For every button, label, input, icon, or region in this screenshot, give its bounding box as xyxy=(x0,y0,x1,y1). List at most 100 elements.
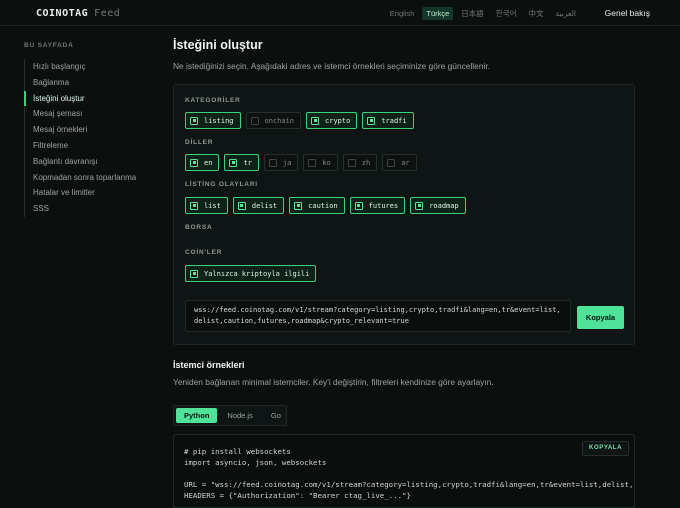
lang-korean[interactable]: 한국어 xyxy=(492,6,521,21)
sidebar-item-message-schema[interactable]: Mesaj şeması xyxy=(24,106,152,122)
brand-sub: Feed xyxy=(94,8,121,19)
chip-label: crypto xyxy=(325,116,351,125)
lang-arabic[interactable]: العربية xyxy=(552,7,581,20)
checkbox-lang-ko[interactable]: ko xyxy=(303,154,338,171)
checkbox-icon xyxy=(387,158,396,167)
checkbox-category-listing[interactable]: listing xyxy=(185,112,241,129)
checkbox-event-delist[interactable]: delist xyxy=(232,197,285,214)
coins-group: Yalnızca kriptoyla ilgili xyxy=(185,265,317,282)
checkbox-icon xyxy=(229,158,238,167)
code-line: HEADERS = {"Authorization": "Bearer ctag… xyxy=(184,491,411,500)
checkbox-icon xyxy=(347,158,356,167)
code-block: # pip install websockets import asyncio, … xyxy=(173,434,635,508)
lang-english[interactable]: English xyxy=(386,7,419,20)
chip-label: listing xyxy=(204,116,234,125)
chip-label: onchain xyxy=(264,116,295,125)
checkbox-lang-zh[interactable]: zh xyxy=(342,154,378,171)
checkbox-icon xyxy=(294,201,303,210)
sidebar-item-connecting[interactable]: Bağlanma xyxy=(24,75,152,91)
tab-python[interactable]: Python xyxy=(176,408,218,423)
chip-label: tradfi xyxy=(381,116,407,125)
checkbox-lang-tr[interactable]: tr xyxy=(224,154,259,171)
code-line: # pip install websockets xyxy=(184,447,291,456)
checkbox-icon xyxy=(308,158,317,167)
checkbox-lang-ar[interactable]: ar xyxy=(382,154,417,171)
checkbox-icon xyxy=(190,158,198,167)
chip-label: caution xyxy=(308,201,338,210)
checkbox-icon xyxy=(190,269,198,278)
checkbox-category-tradfi[interactable]: tradfi xyxy=(362,112,414,129)
checkbox-lang-ja[interactable]: ja xyxy=(263,154,299,171)
copy-code-button[interactable]: KOPYALA xyxy=(582,441,629,456)
sidebar-item-build-request[interactable]: İsteğini oluştur xyxy=(24,90,152,107)
checkbox-icon xyxy=(250,116,259,125)
client-examples-title: İstemci örnekleri xyxy=(173,360,245,370)
chip-label: futures xyxy=(368,201,399,210)
language-switcher: English Türkçe 日本語 한국어 中文 العربية xyxy=(386,6,580,21)
chip-label: ar xyxy=(401,158,410,167)
checkbox-event-roadmap[interactable]: roadmap xyxy=(410,197,466,214)
sidebar-item-quick-start[interactable]: Hızlı başlangıç xyxy=(24,59,152,75)
brand-name: COINOTAG xyxy=(36,8,89,19)
checkbox-category-onchain[interactable]: onchain xyxy=(245,112,302,129)
tab-go[interactable]: Go xyxy=(263,408,289,423)
chip-label: ko xyxy=(322,158,331,167)
sidebar-item-message-examples[interactable]: Mesaj örnekleri xyxy=(24,122,152,138)
checkbox-icon xyxy=(190,116,198,125)
checkbox-category-crypto[interactable]: crypto xyxy=(306,112,358,129)
lang-turkish[interactable]: Türkçe xyxy=(422,7,454,20)
checkbox-icon xyxy=(415,201,424,210)
checkbox-event-list[interactable]: list xyxy=(185,197,228,214)
checkbox-lang-en[interactable]: en xyxy=(185,154,220,171)
checkbox-icon xyxy=(354,201,363,210)
sidebar: BU SAYFADA Hızlı başlangıç Bağlanma İste… xyxy=(24,42,152,217)
sidebar-item-filtering[interactable]: Filtreleme xyxy=(24,138,152,154)
code-line: URL = "wss://feed.coinotag.com/v1/stream… xyxy=(184,480,635,489)
checkbox-event-futures[interactable]: futures xyxy=(349,197,406,214)
sidebar-nav: Hızlı başlangıç Bağlanma İsteğini oluştu… xyxy=(24,59,152,217)
builder-header: İsteğini oluştur Ne istediğinizi seçin. … xyxy=(173,38,645,71)
lang-japanese[interactable]: 日本語 xyxy=(457,6,488,21)
copy-url-button[interactable]: Kopyala xyxy=(577,306,624,329)
chip-label: roadmap xyxy=(429,201,459,210)
code-content[interactable]: # pip install websockets import asyncio, … xyxy=(184,446,635,501)
lang-chinese[interactable]: 中文 xyxy=(525,6,548,21)
language-tabs: Python Node.js Go xyxy=(173,405,287,426)
page-title: İsteğini oluştur xyxy=(173,38,263,52)
languages-group: en tr ja ko zh ar xyxy=(185,154,417,171)
chip-label: en xyxy=(204,158,213,167)
sidebar-item-faq[interactable]: SSS xyxy=(24,201,152,217)
checkbox-icon xyxy=(190,201,198,210)
checkbox-crypto-relevant[interactable]: Yalnızca kriptoyla ilgili xyxy=(185,265,317,282)
languages-label: DİLLER xyxy=(185,139,214,146)
categories-group: listing onchain crypto tradfi xyxy=(185,112,414,129)
coins-label: COİN'LER xyxy=(185,249,223,256)
chip-label: Yalnızca kriptoyla ilgili xyxy=(204,269,310,278)
stream-url-box[interactable]: wss://feed.coinotag.com/v1/stream?catego… xyxy=(185,300,571,332)
categories-label: KATEGORİLER xyxy=(185,97,241,104)
brand-logo[interactable]: COINOTAG Feed xyxy=(36,8,120,19)
stream-url-line-1: wss://feed.coinotag.com/v1/stream?catego… xyxy=(194,306,561,314)
listing-events-group: list delist caution futures roadmap xyxy=(185,197,466,214)
sidebar-item-connection-behavior[interactable]: Bağlantı davranışı xyxy=(24,154,152,170)
checkbox-icon xyxy=(268,158,277,167)
checkbox-icon xyxy=(367,116,376,125)
request-builder-panel: KATEGORİLER listing onchain crypto tradf… xyxy=(173,84,635,345)
client-examples-description: Yeniden bağlanan minimal istemciler. Key… xyxy=(173,377,494,387)
overview-link[interactable]: Genel bakış xyxy=(605,8,650,18)
checkbox-event-caution[interactable]: caution xyxy=(289,197,345,214)
checkbox-icon xyxy=(311,116,320,125)
sidebar-item-errors-limits[interactable]: Hatalar ve limitler xyxy=(24,185,152,201)
code-line: import asyncio, json, websockets xyxy=(184,458,327,467)
chip-label: list xyxy=(204,201,221,210)
listing-events-label: LİSTİNG OLAYLARI xyxy=(185,181,258,188)
sidebar-title: BU SAYFADA xyxy=(24,42,74,49)
sidebar-item-recovery[interactable]: Kopmadan sonra toparlanma xyxy=(24,170,152,186)
chip-label: ja xyxy=(282,158,292,167)
page-description: Ne istediğinizi seçin. Aşağıdaki adres v… xyxy=(173,61,491,71)
chip-label: delist xyxy=(251,201,278,210)
top-bar: COINOTAG Feed English Türkçe 日本語 한국어 中文 ا… xyxy=(0,0,680,26)
tab-nodejs[interactable]: Node.js xyxy=(219,408,260,423)
stream-url-line-2: delist,caution,futures,roadmap&crypto_re… xyxy=(194,317,409,325)
exchange-label: BORSA xyxy=(185,224,213,231)
